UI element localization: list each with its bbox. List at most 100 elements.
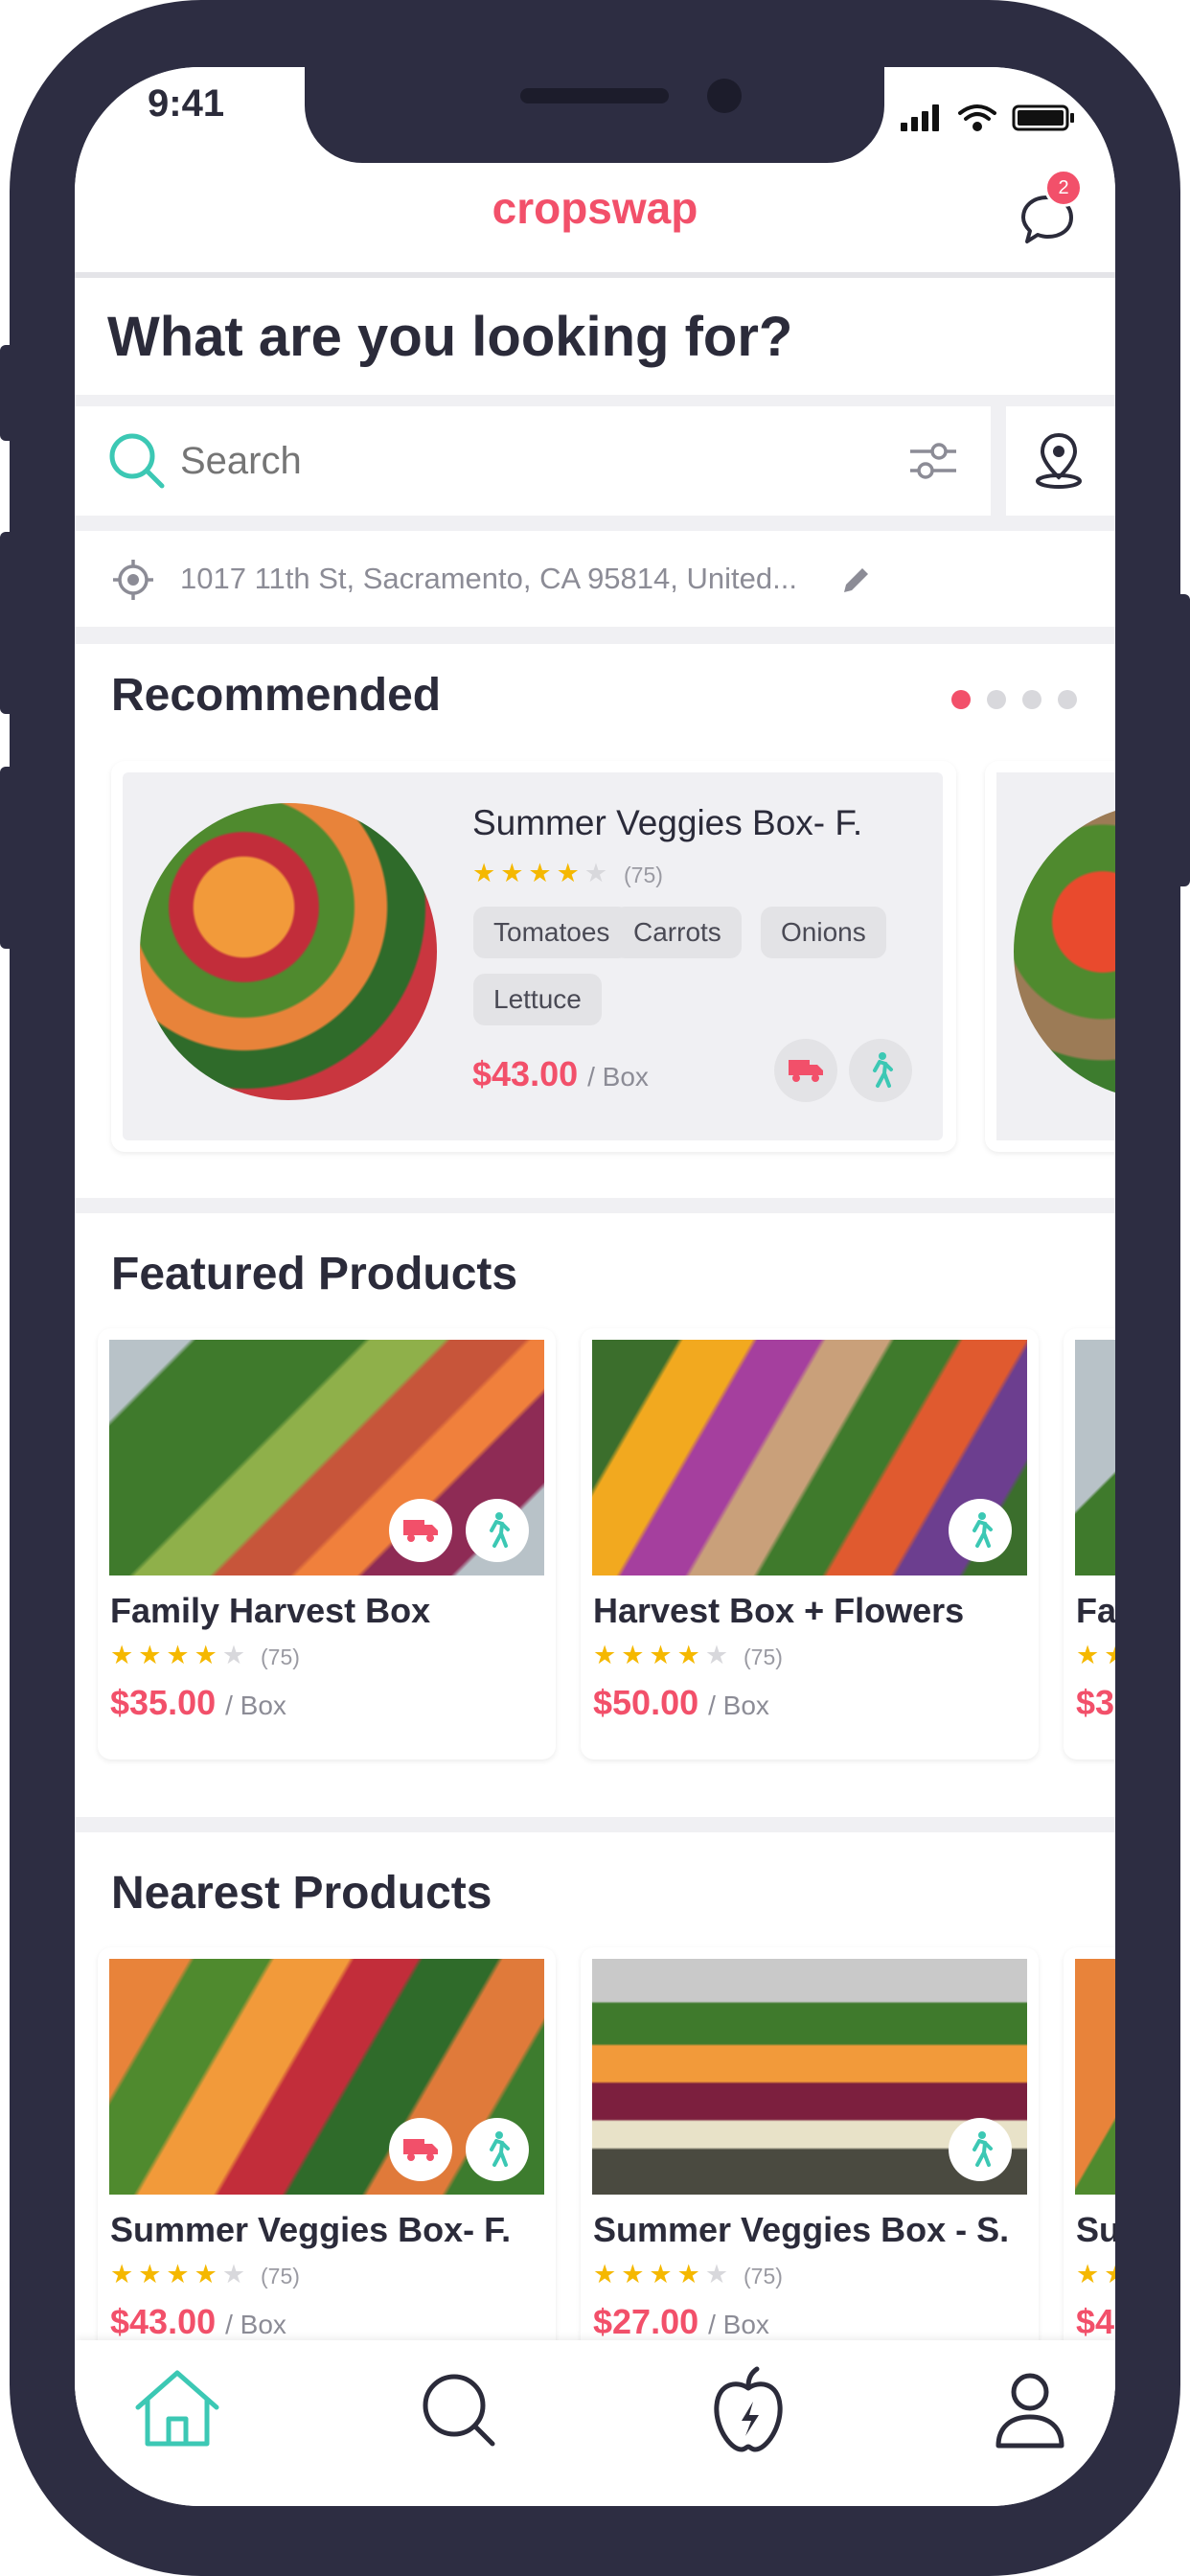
delivery-badge [389,1499,452,1562]
pickup-badge [849,1039,912,1102]
tab-bar [75,2340,1115,2506]
pickup-badge [466,1499,529,1562]
truck-icon [789,1060,823,1082]
rating-stars: ★★★★★ [472,859,613,887]
apple-bolt-icon [714,2366,783,2452]
rating-count: (75) [744,2264,783,2288]
pickup-badge [949,1499,1012,1562]
search-input[interactable] [180,436,659,486]
product-price: $4 [1076,2302,1115,2341]
walking-icon [973,1512,993,1548]
product-title: Family Harvest Box [110,1591,431,1630]
price-value: $27.00 [593,2302,699,2341]
chat-button[interactable]: 2 [1016,169,1083,251]
price-unit: / Box [225,2310,286,2339]
product-title: Summer Veggies Box- F. [472,803,863,842]
product-image [1075,1340,1115,1576]
product-price: $35.00 / Box [110,1683,286,1723]
price-value: $35.00 [110,1683,217,1722]
rating-count: (75) [261,1644,300,1669]
product-card[interactable]: Harvest Box + Flowers ★★★★★ (75) $50.00 … [581,1328,1039,1760]
rating-stars: ★★★★★ [593,1641,734,1669]
tag-chip[interactable]: Tomatoes [473,907,630,958]
recommended-card-next[interactable] [985,761,1115,1152]
price-unit: / Box [708,1690,769,1720]
rating-stars: ★★★★★ [593,2260,734,2288]
price-value: $43.00 [110,2302,217,2341]
recommended-card[interactable]: Summer Veggies Box- F. ★★★★★ (75) Tomato… [111,761,956,1152]
product-card[interactable]: Family Harvest Box ★★★★★ (75) $35.00 / B… [98,1328,556,1760]
wifi-icon [958,104,996,131]
delivery-badge [774,1039,837,1102]
walking-icon [973,2131,993,2167]
filter-icon[interactable] [906,437,960,485]
locate-icon [113,560,153,600]
carousel-dot[interactable] [1058,690,1077,709]
status-time: 9:41 [148,82,225,125]
rating-count: (75) [744,1644,783,1669]
price-unit: / Box [708,2310,769,2339]
notification-badge: 2 [1044,169,1083,207]
product-price: $3 [1076,1683,1115,1722]
phone-side-button [0,767,13,949]
edit-icon[interactable] [836,562,875,600]
product-card[interactable]: Summer Veggies Box - S. ★★★★★ (75) $27.0… [581,1947,1039,2379]
tag-chip[interactable]: Lettuce [473,974,602,1025]
product-title: Summer Veggies Box - S. [593,2210,1010,2249]
walking-icon [490,1512,510,1548]
notch [305,67,884,163]
walking-icon [873,1052,893,1088]
truck-icon [403,1520,438,1542]
screen: 9:41 cropswap 2 What are you looking for… [75,67,1115,2506]
rating-stars: ★★ [1076,1641,1115,1669]
price-value: $43.00 [472,1054,579,1093]
product-price: $43.00 / Box [110,2302,286,2342]
carousel-dots [951,690,1077,711]
search-icon [109,433,165,489]
tab-deals[interactable] [696,2358,801,2463]
rating-stars: ★★★★★ [110,1641,251,1669]
carousel-dot[interactable] [1022,690,1041,709]
product-image [1075,1959,1115,2195]
product-price: $50.00 / Box [593,1683,769,1723]
phone-side-button [0,532,13,714]
rating-stars: ★★★★★ [110,2260,251,2288]
rating-count: (75) [624,862,663,887]
product-card[interactable]: Summer Veggies Box- F. ★★★★★ (75) $43.00… [98,1947,556,2379]
profile-icon [995,2373,1064,2449]
price-unit: / Box [225,1690,286,1720]
tab-home[interactable] [125,2358,230,2463]
signal-icon [901,104,939,131]
carousel-dot-active[interactable] [951,690,971,709]
product-price: $43.00 / Box [472,1054,649,1094]
home-icon [135,2370,219,2447]
status-icons [901,102,1083,132]
location-address: 1017 11th St, Sacramento, CA 95814, Unit… [180,562,797,595]
tab-search[interactable] [406,2358,512,2463]
carousel-dot[interactable] [987,690,1006,709]
pickup-badge [466,2118,529,2181]
walking-icon [490,2131,510,2167]
phone-side-button [1177,594,1190,886]
tag-chip[interactable]: Onions [761,907,886,958]
product-card[interactable]: Su ★★ $4 [1064,1947,1115,2379]
recommended-title: Recommended [111,670,442,721]
price-value: $50.00 [593,1683,699,1722]
map-button[interactable] [1006,406,1115,516]
featured-title: Featured Products [111,1249,518,1300]
page-title: What are you looking for? [107,306,793,368]
map-pin-icon [1036,432,1082,489]
pickup-badge [949,2118,1012,2181]
product-title: Su [1076,2210,1115,2249]
product-price: $27.00 / Box [593,2302,769,2342]
tab-profile[interactable] [977,2358,1083,2463]
price-unit: / Box [587,1062,649,1092]
tag-chip[interactable]: Carrots [613,907,742,958]
brand-logo: cropswap [492,183,698,233]
phone-side-button [0,345,13,441]
product-title: Fa [1076,1591,1115,1630]
product-card[interactable]: Fa ★★ $3 [1064,1328,1115,1760]
nearest-title: Nearest Products [111,1868,492,1919]
rating-count: (75) [261,2264,300,2288]
truck-icon [403,2139,438,2161]
